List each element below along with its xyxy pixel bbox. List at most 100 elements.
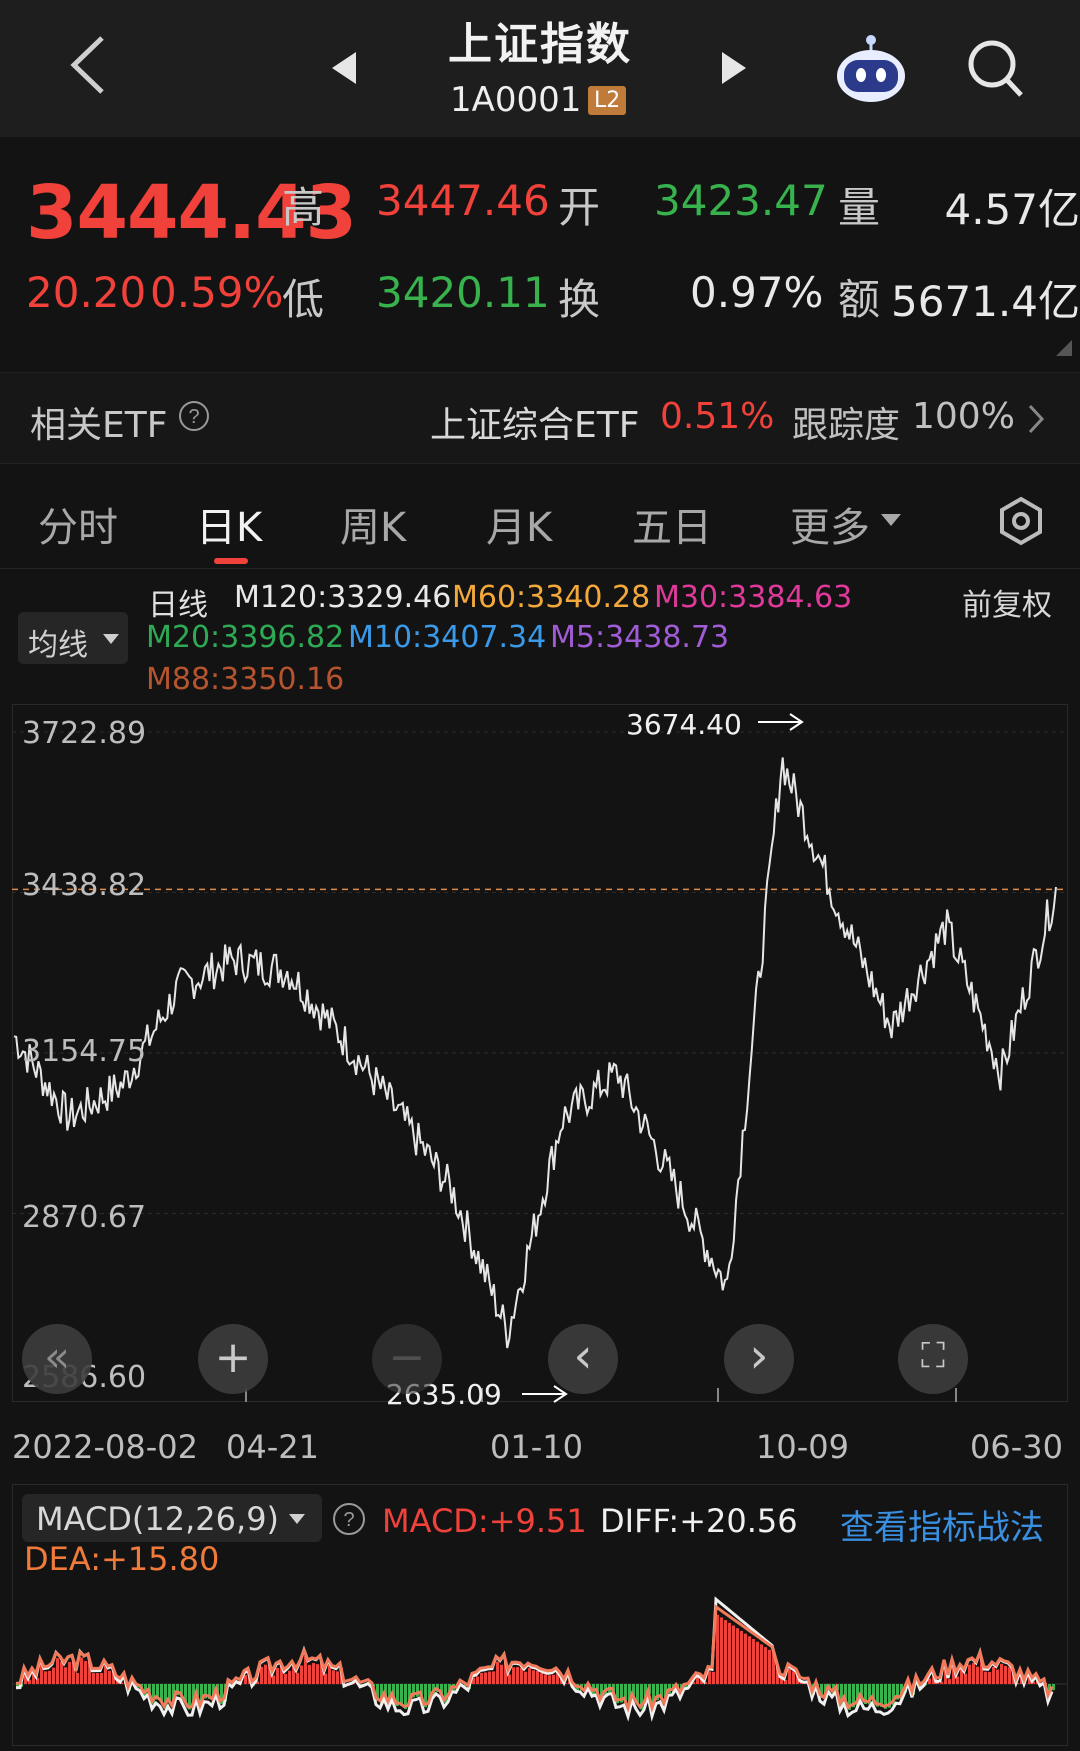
macd-bar [548,1675,551,1684]
ma-dropdown-label: 均线 [28,628,88,663]
macd-bar [968,1664,971,1684]
ma-type-dropdown[interactable]: 均线 [18,612,128,664]
macd-bar [300,1665,303,1684]
l2-badge[interactable]: L2 [588,86,627,115]
minus-icon: − [388,1332,426,1383]
macd-bar [260,1666,263,1684]
macd-bar [52,1667,55,1684]
macd-bar [988,1671,991,1684]
tab-more[interactable]: 更多 [790,495,870,553]
high-label: 高 [282,183,325,232]
macd-bar [972,1663,975,1684]
y-tick-label: 2870.67 [22,1200,147,1235]
x-tick-label: 2022-08-02 [12,1428,198,1466]
open-label: 开 [558,183,601,232]
macd-bar [716,1614,719,1684]
ma30-value: M30:3384.63 [654,580,853,615]
divider [0,568,1080,569]
y-tick-label: 3154.75 [22,1034,147,1069]
etf-name: 上证综合ETF [430,405,640,446]
fullscreen-button[interactable]: ⛶ [898,1324,968,1394]
next-stock-icon[interactable] [720,48,748,92]
expand-corner-icon[interactable] [1056,340,1072,356]
search-icon[interactable] [966,38,1026,104]
macd-bar [552,1674,555,1684]
low-label: 低 [282,275,325,324]
macd-bar [100,1672,103,1684]
zoom-in-button[interactable]: + [198,1324,268,1394]
tab-weekly-k[interactable]: 周K [340,495,406,553]
tab-daily-k[interactable]: 日K [196,495,262,553]
macd-bar [544,1674,547,1684]
fullscreen-icon: ⛶ [921,1336,945,1376]
zoom-out-button[interactable]: − [372,1324,442,1394]
macd-bar [996,1669,999,1684]
macd-bar [500,1664,503,1684]
macd-bar [948,1679,951,1684]
dropdown-caret-icon[interactable] [880,512,902,532]
price-chart[interactable] [12,704,1068,1402]
macd-bar [724,1620,727,1684]
macd-bar [1008,1666,1011,1684]
adjust-mode[interactable]: 前复权 [962,580,1052,624]
etf-pct: 0.51% [660,396,775,437]
macd-bar [520,1667,523,1684]
macd-bar [760,1644,763,1684]
settings-hex-icon[interactable] [996,496,1046,550]
macd-bar [524,1671,527,1684]
macd-bar [976,1666,979,1684]
macd-bar [312,1663,315,1684]
turnover-value: 0.97% [690,268,824,317]
macd-bar [84,1661,87,1684]
tab-monthly-k[interactable]: 月K [486,495,552,553]
ma20-value: M20:3396.82 [146,620,345,655]
tab-intraday[interactable]: 分时 [38,495,118,553]
low-value: 3420.11 [376,268,550,317]
volume-label: 量 [838,183,881,232]
macd-bar [744,1633,747,1684]
high-value: 3447.46 [376,176,550,225]
arrow-right-icon [758,713,804,731]
macd-bar [720,1617,723,1684]
macd-bar [792,1671,795,1684]
macd-bar [764,1647,767,1684]
scroll-left-button[interactable]: ‹ [548,1324,618,1394]
ma88-value: M88:3350.16 [146,662,345,697]
macd-bar [496,1661,499,1684]
line-type-label: 日线 [148,588,208,623]
macd-bar [336,1671,339,1684]
scroll-right-button[interactable]: › [724,1324,794,1394]
chevron-right-icon[interactable] [1026,402,1046,440]
high-annotation: 3674.40 [626,708,742,741]
tab-active-indicator [214,558,248,564]
macd-bar [60,1661,63,1684]
ma60-value: M60:3340.28 [452,580,651,615]
rewind-button[interactable]: « [22,1324,92,1394]
macd-bar [788,1668,791,1684]
macd-bar [756,1641,759,1684]
x-tick-label: 06-30 [970,1428,1063,1466]
macd-bar [480,1672,483,1684]
etf-label: 相关ETF [30,405,168,446]
chevron-right-icon: › [749,1328,769,1384]
macd-bar [476,1676,479,1684]
amount-value: 5671.4亿 [891,277,1080,326]
macd-bar [64,1667,67,1684]
tab-five-day[interactable]: 五日 [632,495,712,553]
x-tick-label: 10-09 [756,1428,849,1466]
macd-bar [264,1664,267,1684]
x-tick-label: 01-10 [490,1428,583,1466]
macd-bar [528,1667,531,1684]
turnover-label: 换 [558,275,601,324]
macd-bar [708,1671,711,1684]
macd-bar [484,1672,487,1684]
macd-bar [308,1664,311,1684]
robot-assistant-icon[interactable] [832,34,910,108]
macd-bar [536,1670,539,1684]
macd-bar [244,1675,247,1684]
macd-bar [540,1673,543,1684]
macd-bar [728,1622,731,1684]
stock-title: 上证指数 [448,19,632,70]
help-icon[interactable]: ? [178,400,210,436]
macd-bar [332,1670,335,1684]
